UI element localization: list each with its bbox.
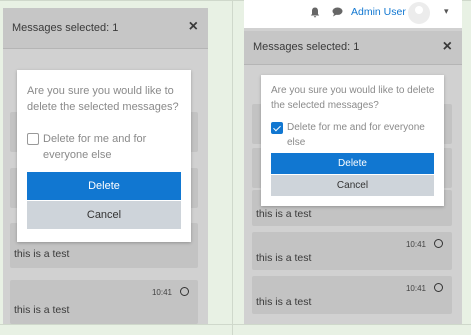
user-menu-name[interactable]: Admin User [351, 6, 406, 18]
selection-header: Messages selected: 1 × [244, 31, 462, 65]
selection-title: Messages selected: 1 [253, 41, 360, 53]
delete-everyone-option[interactable]: Delete for me and for everyone else [27, 132, 187, 164]
dialog-question: Are you sure you would like to delete th… [271, 85, 435, 111]
message-time: 10:41 [405, 240, 426, 249]
background-divider [0, 324, 471, 325]
message-text: this is a test [256, 208, 312, 220]
message-time: 10:41 [405, 284, 426, 293]
checkbox-label: Delete for me and for everyone else [287, 122, 425, 148]
cancel-button[interactable]: Cancel [271, 175, 434, 196]
message-text: this is a test [256, 296, 312, 308]
background-divider [232, 0, 233, 335]
delete-everyone-checkbox[interactable] [271, 122, 283, 134]
close-icon[interactable]: × [189, 18, 198, 36]
select-circle-icon[interactable] [434, 283, 443, 292]
selection-header: Messages selected: 1 × [3, 8, 208, 49]
close-icon[interactable]: × [443, 38, 452, 56]
message-bubble[interactable]: 10:41 this is a test [252, 276, 452, 314]
avatar[interactable] [408, 2, 430, 24]
cancel-button[interactable]: Cancel [27, 201, 181, 229]
delete-button[interactable]: Delete [27, 172, 181, 200]
checkbox-label: Delete for me and for everyone else [43, 133, 147, 161]
dialog-question: Are you sure you would like to delete th… [27, 85, 179, 113]
message-bubble[interactable]: 10:41 this is a test [10, 280, 198, 324]
select-circle-icon[interactable] [434, 239, 443, 248]
bell-icon[interactable] [310, 7, 320, 21]
delete-confirm-dialog: Are you sure you would like to delete th… [17, 70, 191, 242]
delete-everyone-checkbox[interactable] [27, 133, 39, 145]
delete-confirm-dialog: Are you sure you would like to delete th… [261, 75, 444, 206]
delete-everyone-option[interactable]: Delete for me and for everyone else [271, 121, 441, 150]
message-text: this is a test [14, 304, 70, 316]
chat-icon[interactable] [332, 7, 343, 20]
message-time: 10:41 [151, 288, 172, 297]
selection-title: Messages selected: 1 [12, 22, 119, 34]
top-navbar: Admin User ▾ [244, 0, 462, 28]
delete-button[interactable]: Delete [271, 153, 434, 174]
message-bubble[interactable]: 10:41 this is a test [252, 232, 452, 270]
select-circle-icon[interactable] [180, 287, 189, 296]
chevron-down-icon[interactable]: ▾ [444, 6, 449, 17]
message-text: this is a test [14, 248, 70, 260]
message-text: this is a test [256, 252, 312, 264]
